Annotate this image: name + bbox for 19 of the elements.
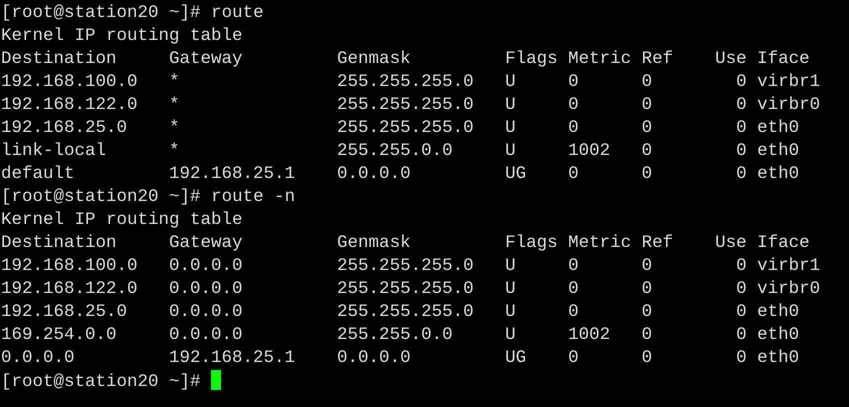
command-text: route xyxy=(211,3,264,23)
output-line: 192.168.122.0 * 255.255.255.0 U 0 0 0 virbr0 xyxy=(1,95,820,115)
output-line: Kernel IP routing table xyxy=(1,210,243,230)
output-line: Kernel IP routing table xyxy=(1,26,243,46)
shell-prompt: [root@station20 ~]# xyxy=(1,372,201,392)
output-line: 192.168.122.0 0.0.0.0 255.255.255.0 U 0 0 0 virbr0 xyxy=(1,279,820,299)
output-line: Destination Gateway Genmask Flags Metric Ref Use Iface xyxy=(1,233,810,253)
shell-prompt: [root@station20 ~]# xyxy=(1,3,201,23)
output-line: 192.168.100.0 * 255.255.255.0 U 0 0 0 virbr1 xyxy=(1,72,820,92)
output-line: 192.168.25.0 * 255.255.255.0 U 0 0 0 eth0 xyxy=(1,118,800,138)
shell-prompt: [root@station20 ~]# xyxy=(1,187,201,207)
output-line: default 192.168.25.1 0.0.0.0 UG 0 0 0 eth0 xyxy=(1,164,800,184)
command-text: route -n xyxy=(211,187,296,207)
output-line: 169.254.0.0 0.0.0.0 255.255.0.0 U 1002 0 0 eth0 xyxy=(1,325,800,345)
output-line: link-local * 255.255.0.0 U 1002 0 0 eth0 xyxy=(1,141,800,161)
output-line: 192.168.100.0 0.0.0.0 255.255.255.0 U 0 0 0 virbr1 xyxy=(1,256,820,276)
output-line: 192.168.25.0 0.0.0.0 255.255.255.0 U 0 0 0 eth0 xyxy=(1,302,800,322)
output-line: 0.0.0.0 192.168.25.1 0.0.0.0 UG 0 0 0 eth0 xyxy=(1,348,800,368)
output-line: Destination Gateway Genmask Flags Metric Ref Use Iface xyxy=(1,49,810,69)
